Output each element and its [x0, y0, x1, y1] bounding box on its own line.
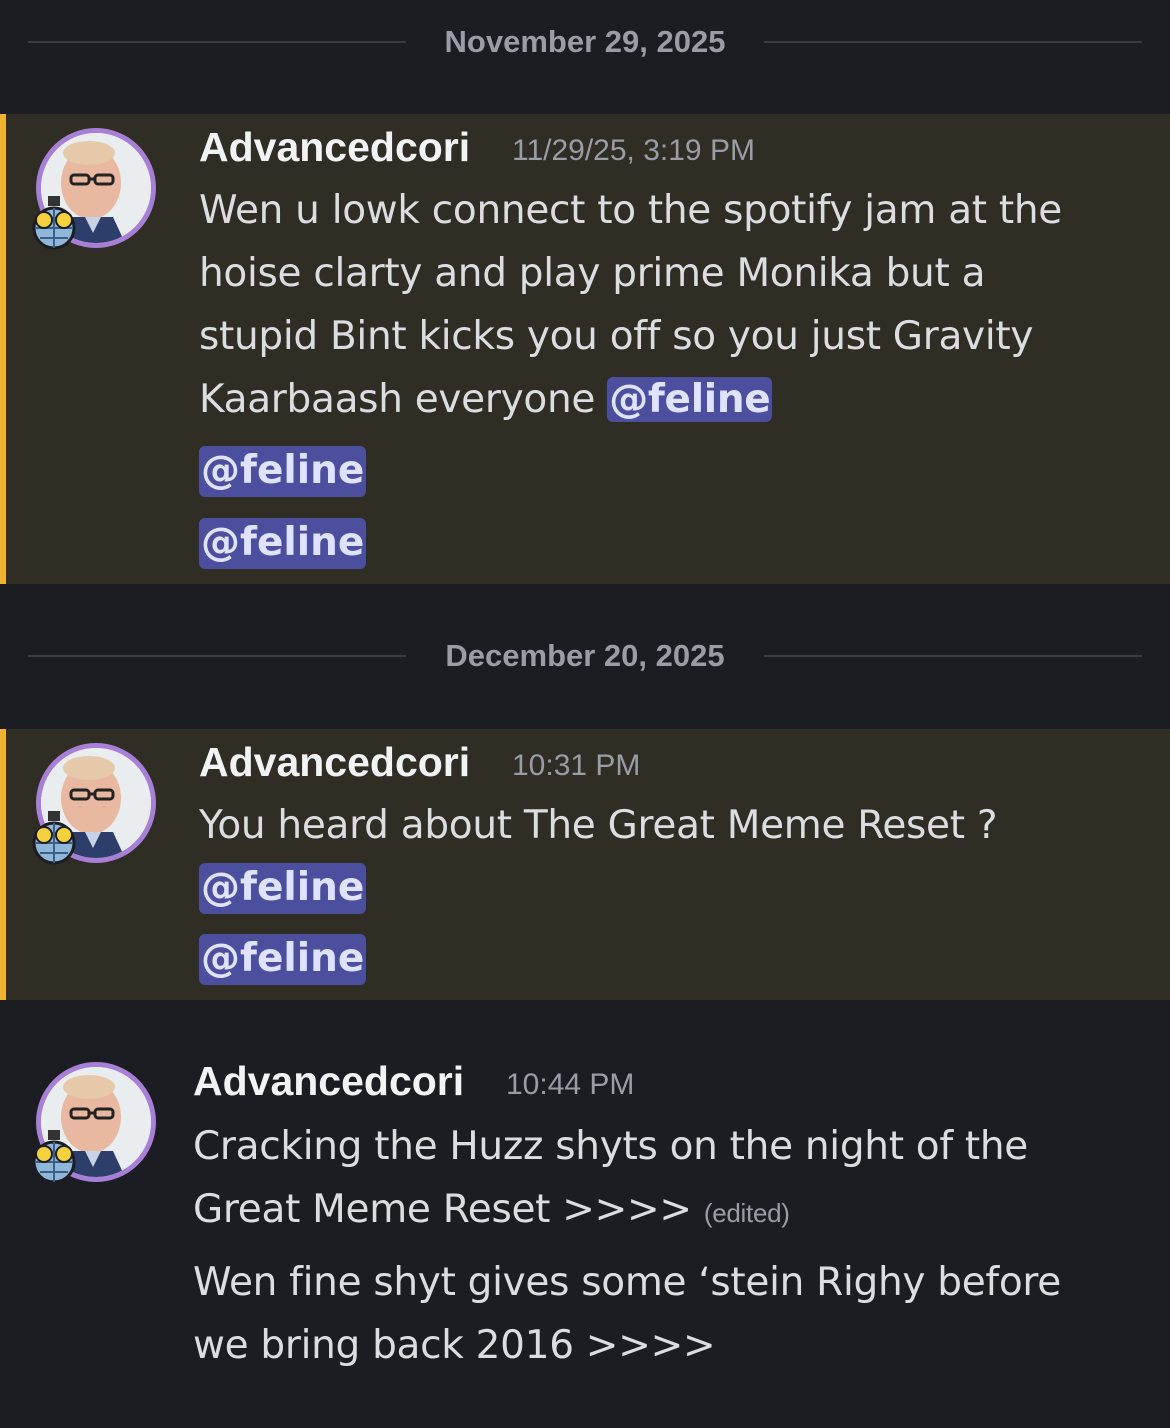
avatar[interactable]: [32, 741, 158, 865]
date-divider: November 29, 2025: [0, 22, 1170, 62]
message-text: Great Meme Reset >>>>: [193, 1187, 692, 1232]
user-mention[interactable]: @feline: [199, 446, 367, 497]
disco-ball-sunglasses-icon: [26, 194, 82, 250]
disco-ball-sunglasses-icon: [26, 809, 82, 865]
message-text-line: Kaarbaash everyone @feline: [199, 377, 1139, 422]
mention-line: @feline: [199, 934, 367, 985]
message-text: Kaarbaash everyone: [199, 377, 596, 422]
divider-line: [764, 655, 1142, 657]
message-item[interactable]: Advancedcori 11/29/25, 3:19 PM Wen u low…: [0, 114, 1170, 584]
message-text-line: hoise clarty and play prime Monika but a: [199, 251, 986, 296]
message-text-line: Wen u lowk connect to the spotify jam at…: [199, 188, 1062, 233]
disco-ball-sunglasses-icon: [26, 1128, 82, 1184]
user-mention[interactable]: @feline: [607, 377, 773, 422]
divider-date: December 20, 2025: [445, 638, 725, 673]
message-author[interactable]: Advancedcori: [199, 739, 470, 786]
message-text-line: You heard about The Great Meme Reset ?: [199, 803, 998, 848]
avatar[interactable]: [32, 1060, 158, 1184]
user-mention[interactable]: @feline: [199, 518, 367, 569]
message-text-line: Great Meme Reset >>>> (edited): [193, 1187, 1133, 1232]
message-text-line: Cracking the Huzz shyts on the night of …: [193, 1124, 1028, 1169]
message-text-line: Wen fine shyt gives some ‘stein Righy be…: [193, 1260, 1061, 1305]
mention-line: @feline: [199, 446, 367, 497]
message-timestamp: 11/29/25, 3:19 PM: [512, 134, 755, 167]
message-author[interactable]: Advancedcori: [193, 1058, 464, 1105]
message-item[interactable]: Advancedcori 10:44 PM Cracking the Huzz …: [0, 1048, 1170, 1388]
message-author[interactable]: Advancedcori: [199, 124, 470, 171]
message-timestamp: 10:31 PM: [512, 749, 641, 782]
user-mention[interactable]: @feline: [199, 863, 367, 914]
message-text-line: stupid Bint kicks you off so you just Gr…: [199, 314, 1034, 359]
divider-line: [28, 41, 406, 43]
message-text-line: we bring back 2016 >>>>: [193, 1323, 716, 1368]
avatar[interactable]: [32, 126, 158, 250]
mention-line: @feline: [199, 518, 367, 569]
date-divider: December 20, 2025: [0, 636, 1170, 676]
user-mention[interactable]: @feline: [199, 934, 367, 985]
message-timestamp: 10:44 PM: [506, 1068, 635, 1101]
divider-line: [764, 41, 1142, 43]
message-item[interactable]: Advancedcori 10:31 PM You heard about Th…: [0, 729, 1170, 1000]
divider-date: November 29, 2025: [444, 24, 726, 59]
mention-line: @feline: [199, 863, 367, 914]
divider-line: [28, 655, 406, 657]
edited-label: (edited): [703, 1198, 790, 1228]
